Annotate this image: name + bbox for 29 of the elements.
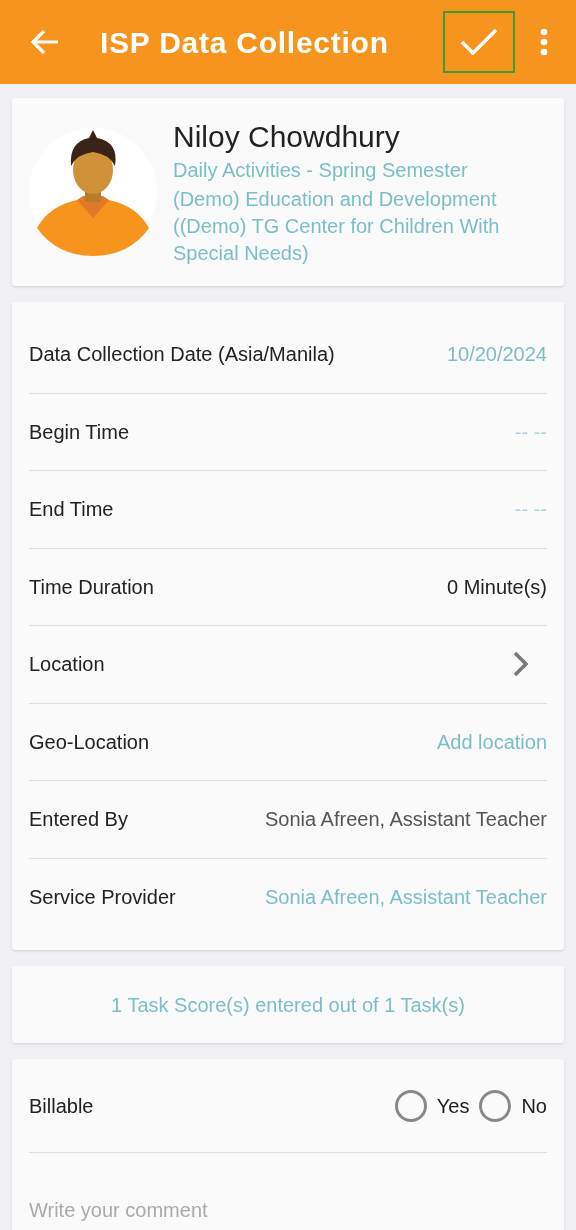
confirm-button[interactable] [443, 11, 515, 73]
field-label: Location [29, 652, 105, 678]
field-value: -- -- [514, 419, 547, 445]
field-value[interactable]: Sonia Afreen, Assistant Teacher [264, 882, 547, 913]
field-value[interactable]: 10/20/2024 [446, 339, 547, 370]
back-arrow-icon[interactable] [30, 29, 60, 55]
field-label: Time Duration [29, 574, 154, 600]
billable-label: Billable [29, 1093, 94, 1119]
comment-field[interactable]: Write your comment [29, 1195, 547, 1225]
radio-option[interactable]: Yes [394, 1089, 470, 1122]
field-label: Geo-Location [29, 729, 150, 755]
field-label: Begin Time [29, 419, 130, 445]
program-name: Daily Activities - Spring Semester [173, 157, 469, 183]
field-label: Data Collection Date (Asia/Manila) [29, 342, 335, 368]
checkmark-icon [460, 27, 498, 57]
task-summary[interactable]: 1 Task Score(s) entered out of 1 Task(s) [111, 989, 465, 1020]
field-value: -- -- [514, 497, 547, 523]
radio-option[interactable]: No [479, 1089, 547, 1122]
chevron-right-icon[interactable] [511, 650, 531, 679]
window-title: ISP Data Collection [100, 24, 389, 61]
program-details: (Demo) Education and Development ((Demo) TG Center for Children With Special Needs) [173, 186, 501, 266]
field-label: Service Provider [29, 885, 176, 911]
more-options-icon[interactable] [540, 28, 548, 56]
field-value: 0 Minute(s) [446, 574, 547, 600]
field-label: End Time [29, 497, 114, 523]
field-label: Entered By [29, 807, 128, 833]
field-value: Sonia Afreen, Assistant Teacher [264, 807, 547, 833]
field-value[interactable]: Add location [436, 726, 547, 757]
student-name: Niloy Chowdhury [173, 118, 401, 155]
